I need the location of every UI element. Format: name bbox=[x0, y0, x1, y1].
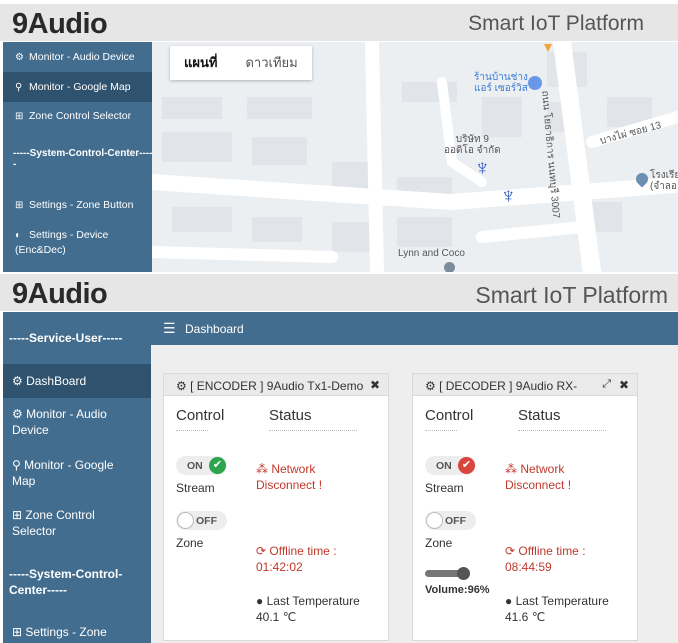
control-header: Control bbox=[176, 407, 225, 424]
sidebar-item-settings-zone[interactable]: ⊞ Settings - Zone bbox=[3, 624, 151, 640]
sitemap-icon: ⊞ bbox=[12, 625, 26, 639]
dot-icon: ● bbox=[256, 594, 267, 608]
device-card-decoder: ⚙ [ DECODER ] 9Audio RX- ⤢ ✖ Control Sta… bbox=[412, 373, 638, 641]
map-label-school: โรงเรีย (จำลอ bbox=[650, 170, 678, 192]
volume-slider[interactable] bbox=[425, 567, 470, 580]
zone-toggle[interactable]: OFF bbox=[176, 511, 227, 530]
offline-status: ⟳ Offline time :01:42:02 bbox=[256, 544, 337, 574]
refresh-icon: ⟳ bbox=[505, 544, 519, 558]
sidebar-section-user: -----Service-User----- bbox=[9, 331, 123, 345]
logo: 9Audio bbox=[12, 8, 108, 40]
refresh-icon: ⟳ bbox=[256, 544, 270, 558]
sidebar-item-monitor-audio[interactable]: ⚙ Monitor - Audio Device bbox=[3, 50, 152, 65]
stream-label: Stream bbox=[425, 481, 464, 495]
menu-icon[interactable]: ☰ bbox=[163, 320, 176, 337]
zone-toggle[interactable]: OFF bbox=[425, 511, 476, 530]
card-title: [ ENCODER ] 9Audio Tx1-Demo bbox=[190, 379, 364, 393]
platform-title: Smart IoT Platform bbox=[475, 282, 668, 308]
sidebar-section-system: -----System-Control-Center----- bbox=[13, 148, 153, 170]
card-header: ⚙ [ DECODER ] 9Audio RX- ⤢ ✖ bbox=[413, 374, 637, 396]
google-map[interactable]: แผนที่ ดาวเทียม ร้านบ้านช่าง แอร์ เซอร์ว… bbox=[152, 42, 678, 272]
offline-time: 01:42:02 bbox=[256, 560, 303, 574]
temperature: ● Last Temperature 41.6 ℃ bbox=[505, 594, 609, 624]
sidebar-item-zone-control[interactable]: ⊞ Zone Control Selector bbox=[3, 507, 118, 539]
bottom-screenshot: 9Audio Smart IoT Platform -----Service-U… bbox=[0, 272, 678, 643]
spinner-icon: ⁂ bbox=[256, 462, 272, 476]
top-screenshot: 9Audio Smart IoT Platform ⚙ Monitor - Aud… bbox=[0, 0, 678, 272]
offline-time: 08:44:59 bbox=[505, 560, 552, 574]
sidebar-item-monitor-audio[interactable]: ⚙ Monitor - Audio Device bbox=[3, 406, 128, 438]
dashboard-icon: ⚙ bbox=[12, 407, 27, 421]
sidebar-item-zone-control[interactable]: ⊞ Zone Control Selector bbox=[3, 109, 152, 124]
sidebar-item-dashboard[interactable]: ⚙ DashBoard bbox=[3, 364, 151, 398]
network-status: ⁂ Network Disconnect ! bbox=[505, 462, 572, 492]
logo: 9Audio bbox=[12, 278, 108, 310]
top-header: 9Audio Smart IoT Platform bbox=[0, 4, 678, 41]
dashboard-icon: ⚙ bbox=[176, 379, 191, 393]
stream-toggle[interactable]: ON ✔ bbox=[176, 456, 227, 475]
check-icon: ✔ bbox=[458, 457, 475, 474]
temperature-value: 40.1 ℃ bbox=[256, 610, 297, 624]
sitemap-icon: ⊞ bbox=[15, 111, 24, 122]
toggle-icon: ◐ bbox=[15, 230, 22, 241]
slider-handle[interactable] bbox=[457, 567, 470, 580]
map-label-shop: ร้านบ้านช่าง แอร์ เซอร์วิส bbox=[474, 72, 528, 94]
spinner-icon: ⁂ bbox=[505, 462, 521, 476]
zone-label: Zone bbox=[176, 536, 204, 550]
control-header: Control bbox=[425, 407, 474, 424]
top-bar: ☰ Dashboard bbox=[151, 312, 678, 345]
dot-icon: ● bbox=[505, 594, 516, 608]
place-pin-icon bbox=[444, 262, 455, 272]
map-label-place: Lynn and Coco bbox=[398, 248, 465, 259]
device-pin-encoder-icon[interactable]: ♆ bbox=[474, 157, 491, 179]
sidebar-item-monitor-map[interactable]: ⚲ Monitor - Google Map bbox=[3, 457, 128, 489]
check-icon: ✔ bbox=[209, 457, 226, 474]
sitemap-icon: ⊞ bbox=[15, 200, 24, 211]
status-header: Status bbox=[518, 407, 561, 424]
close-icon[interactable]: ✖ bbox=[370, 378, 380, 392]
map-marker-icon: ⚲ bbox=[12, 458, 25, 472]
tab-map[interactable]: แผนที่ bbox=[170, 46, 231, 80]
device-pin-decoder-icon[interactable]: ♆ bbox=[500, 185, 517, 207]
temperature-value: 41.6 ℃ bbox=[505, 610, 546, 624]
sidebar-item-settings-device[interactable]: ◐ Settings - Device (Enc&Dec) bbox=[3, 228, 133, 257]
sidebar-top: ⚙ Monitor - Audio Device ⚲ Monitor - Googl… bbox=[3, 42, 152, 272]
card-header: ⚙ [ ENCODER ] 9Audio Tx1-Demo ✖ bbox=[164, 374, 388, 396]
map-marker-icon: ⚲ bbox=[15, 82, 23, 93]
volume-label: Volume:96% bbox=[425, 584, 490, 596]
stream-toggle[interactable]: ON ✔ bbox=[425, 456, 476, 475]
platform-title: Smart IoT Platform bbox=[468, 12, 644, 35]
card-title: [ DECODER ] 9Audio RX- bbox=[439, 379, 578, 393]
bottom-header: 9Audio Smart IoT Platform bbox=[0, 274, 678, 311]
shop-pin-icon bbox=[528, 76, 542, 90]
close-icon[interactable]: ✖ bbox=[619, 378, 629, 392]
dashboard-content: ⚙ [ ENCODER ] 9Audio Tx1-Demo ✖ Control … bbox=[151, 345, 678, 643]
dashboard-icon: ⚙ bbox=[12, 374, 27, 388]
map-label-company: บริษัท 9 ออดิโอ จำกัด bbox=[444, 134, 501, 156]
zone-label: Zone bbox=[425, 536, 453, 550]
tab-satellite[interactable]: ดาวเทียม bbox=[231, 46, 311, 80]
network-status: ⁂ Network Disconnect ! bbox=[256, 462, 323, 492]
offline-status: ⟳ Offline time :08:44:59 bbox=[505, 544, 586, 574]
temperature: ● Last Temperature 40.1 ℃ bbox=[256, 594, 360, 624]
device-card-encoder: ⚙ [ ENCODER ] 9Audio Tx1-Demo ✖ Control … bbox=[163, 373, 389, 641]
dashboard-icon: ⚙ bbox=[15, 52, 24, 63]
expand-icon[interactable]: ⤢ bbox=[602, 378, 611, 391]
sitemap-icon: ⊞ bbox=[12, 508, 26, 522]
dashboard-icon: ⚙ bbox=[425, 379, 440, 393]
map-type-tabs: แผนที่ ดาวเทียม bbox=[170, 46, 312, 80]
sidebar-item-monitor-map[interactable]: ⚲ Monitor - Google Map bbox=[3, 72, 152, 102]
sidebar-bottom: -----Service-User----- ⚙ DashBoard ⚙ Mon… bbox=[3, 312, 151, 643]
status-header: Status bbox=[269, 407, 312, 424]
sidebar-item-settings-zone[interactable]: ⊞ Settings - Zone Button bbox=[3, 198, 152, 213]
stream-label: Stream bbox=[176, 481, 215, 495]
sidebar-section-system: -----System-Control-Center----- bbox=[9, 567, 123, 597]
page-title: Dashboard bbox=[185, 322, 244, 336]
